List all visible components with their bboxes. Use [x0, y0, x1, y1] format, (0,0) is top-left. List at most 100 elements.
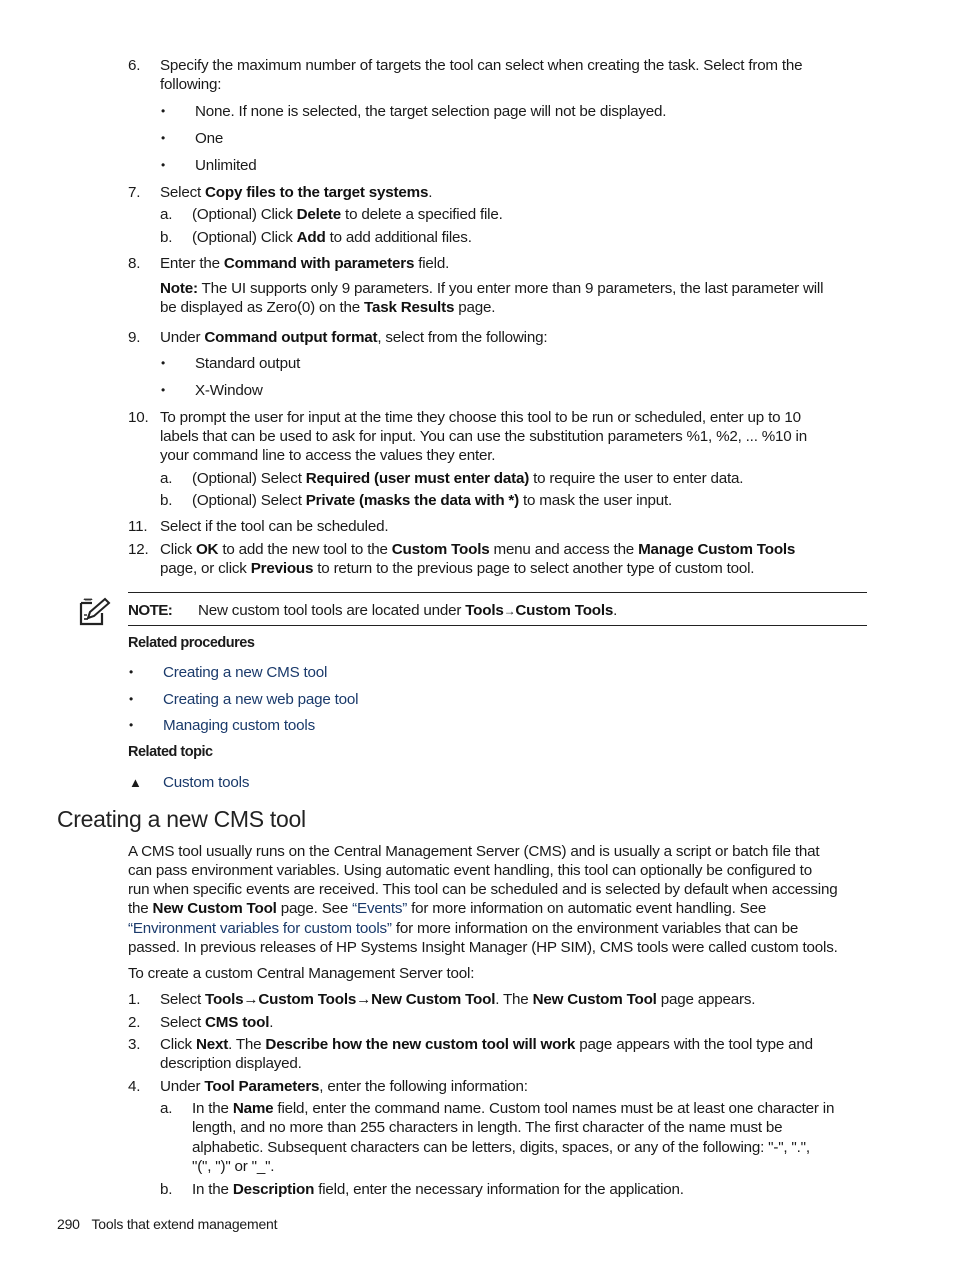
- text: Click: [160, 1036, 196, 1053]
- sub-text: alphabetic. Subsequent characters can be…: [192, 1139, 810, 1156]
- paragraph-line: “Environment variables for custom tools”…: [128, 919, 798, 938]
- bullet-icon: •: [129, 692, 134, 706]
- text: page, or click: [160, 560, 251, 577]
- text: be displayed as Zero(0) on the: [160, 299, 365, 316]
- bullet-icon: •: [161, 383, 166, 397]
- note-label: Note:: [160, 280, 198, 297]
- page-number: 290: [57, 1216, 80, 1232]
- ui-term: Command with parameters: [223, 255, 415, 272]
- step-text: description displayed.: [160, 1055, 302, 1072]
- footer-section-title: Tools that extend management: [91, 1216, 278, 1232]
- ui-term: Custom Tools: [515, 602, 614, 619]
- ui-term: Custom Tools: [391, 541, 490, 558]
- step-number: 4.: [128, 1078, 141, 1095]
- ui-term: Next: [195, 1036, 229, 1053]
- step-text: Enter the Command with parameters field.: [160, 254, 449, 273]
- text: , enter the following information:: [319, 1078, 528, 1095]
- text: In the: [192, 1181, 233, 1198]
- bullet-icon: •: [161, 104, 166, 118]
- bullet-icon: •: [129, 718, 134, 732]
- step-text: Select Copy files to the target systems.: [160, 183, 432, 202]
- option-item: Unlimited: [195, 157, 257, 174]
- ui-term: Previous: [250, 560, 314, 577]
- step-text: Under Command output format, select from…: [160, 328, 548, 347]
- text: for more information on the environment …: [391, 920, 799, 937]
- ui-term: New Custom Tool: [152, 900, 277, 917]
- ui-term: Name: [232, 1100, 274, 1117]
- ui-term: Manage Custom Tools: [638, 541, 796, 558]
- section-title: Creating a new CMS tool: [57, 806, 306, 832]
- ui-term: Describe how the new custom tool will wo…: [265, 1036, 576, 1053]
- page-footer: 290 Tools that extend management: [57, 1216, 278, 1232]
- step-text: To prompt the user for input at the time…: [160, 409, 801, 426]
- ui-term: Copy files to the target systems: [205, 184, 429, 201]
- step-number: 6.: [128, 57, 141, 74]
- ui-term: Add: [296, 229, 326, 246]
- step-number: 7.: [128, 184, 141, 201]
- text: field, enter the necessary information f…: [314, 1181, 684, 1198]
- inline-note: Note: The UI supports only 9 parameters.…: [160, 279, 823, 298]
- text: (Optional) Click: [192, 229, 297, 246]
- bullet-icon: •: [161, 356, 166, 370]
- triangle-up-icon: ▲: [129, 775, 142, 790]
- step-text: labels that can be used to ask for input…: [160, 428, 807, 445]
- text: to mask the user input.: [518, 492, 673, 509]
- ui-term: Private (masks the data with *): [305, 492, 519, 509]
- note-label: NOTE:: [128, 602, 173, 619]
- text: to delete a specified file.: [341, 206, 503, 223]
- link-custom-tools[interactable]: Custom tools: [163, 773, 249, 792]
- text: to add the new tool to the: [218, 541, 392, 558]
- paragraph-line: run when specific events are received. T…: [128, 881, 838, 898]
- step-number: 2.: [128, 1014, 141, 1031]
- text: In the: [192, 1100, 233, 1117]
- text: menu and access the: [489, 541, 639, 558]
- step-number: 12.: [128, 541, 149, 558]
- bullet-icon: •: [161, 158, 166, 172]
- text: page appears.: [656, 991, 756, 1008]
- related-topic-heading: Related topic: [128, 744, 213, 760]
- option-item: X-Window: [195, 382, 263, 399]
- sub-label: b.: [160, 229, 173, 246]
- text: page appears with the tool type and: [575, 1036, 813, 1053]
- ui-term: Delete: [296, 206, 342, 223]
- link-creating-cms-tool[interactable]: Creating a new CMS tool: [163, 663, 327, 682]
- bullet-icon: •: [161, 131, 166, 145]
- paragraph-line: can pass environment variables. Using au…: [128, 862, 812, 879]
- link-events[interactable]: “Events”: [352, 900, 407, 917]
- divider: [128, 592, 867, 593]
- step-text: Select Tools→Custom Tools→New Custom Too…: [160, 990, 755, 1009]
- link-creating-web-page-tool[interactable]: Creating a new web page tool: [163, 690, 359, 709]
- step-number: 1.: [128, 991, 141, 1008]
- note-pencil-icon: [79, 597, 111, 626]
- sub-text: "(", ")" or "_".: [192, 1158, 275, 1175]
- text: (Optional) Click: [192, 206, 297, 223]
- sub-label: b.: [160, 1181, 173, 1198]
- step-text: following:: [160, 76, 222, 93]
- text: Under: [160, 329, 205, 346]
- link-environment-variables[interactable]: “Environment variables for custom tools”: [128, 920, 392, 937]
- text: field.: [414, 255, 450, 272]
- note-text: New custom tool tools are located under …: [198, 601, 617, 621]
- step-number: 11.: [128, 518, 148, 535]
- step-text: Select CMS tool.: [160, 1013, 273, 1032]
- ui-term: OK: [195, 541, 219, 558]
- text: .: [613, 602, 618, 619]
- ui-term: CMS tool: [205, 1014, 270, 1031]
- text: Select: [160, 1014, 206, 1031]
- link-managing-custom-tools[interactable]: Managing custom tools: [163, 716, 315, 735]
- text: to return to the previous page to select…: [313, 560, 755, 577]
- ui-term: Task Results: [364, 299, 455, 316]
- step-text: Select if the tool can be scheduled.: [160, 518, 389, 535]
- step-text: page, or click Previous to return to the…: [160, 559, 755, 578]
- paragraph-line: A CMS tool usually runs on the Central M…: [128, 843, 820, 860]
- paragraph-line: the New Custom Tool page. See “Events” f…: [128, 899, 766, 918]
- text: The UI supports only 9 parameters. If yo…: [197, 280, 824, 297]
- text: page. See: [276, 900, 353, 917]
- step-text: your command line to access the values t…: [160, 447, 496, 464]
- ui-term: Tools: [465, 602, 504, 619]
- text: Click: [160, 541, 196, 558]
- paragraph-line: passed. In previous releases of HP Syste…: [128, 939, 838, 956]
- text: .: [428, 184, 433, 201]
- sub-text: In the Description field, enter the nece…: [192, 1180, 684, 1199]
- bullet-icon: •: [129, 665, 134, 679]
